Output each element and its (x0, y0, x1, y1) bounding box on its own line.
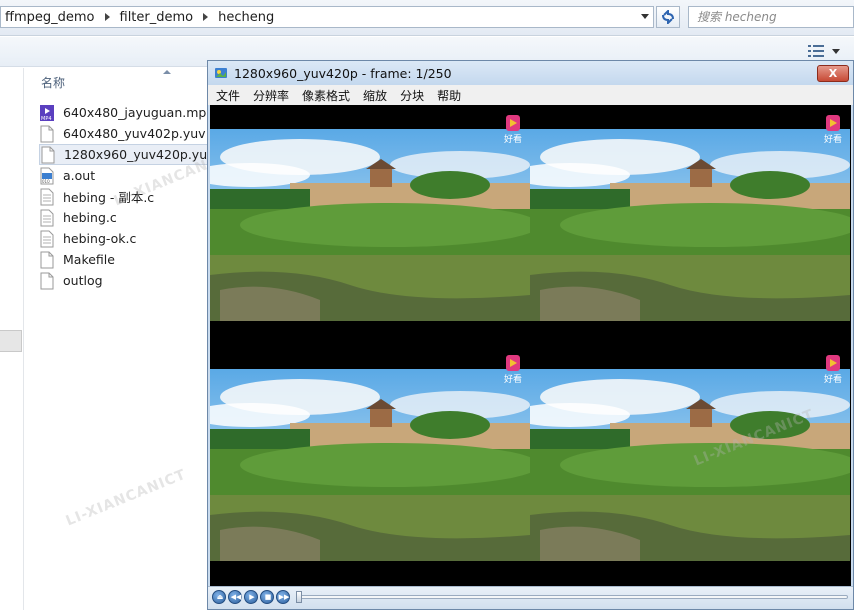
fast-forward-icon: ▶▶ (278, 593, 290, 601)
logo-label: 好看 (504, 135, 523, 145)
breadcrumb-separator-icon[interactable] (104, 13, 110, 21)
breadcrumb-item-ffmpeg-demo[interactable]: ffmpeg_demo (5, 10, 95, 25)
view-dropdown-icon[interactable] (832, 49, 840, 54)
player-title: 1280x960_yuv420p - frame: 1/250 (234, 65, 452, 81)
eject-button[interactable]: ⏏ (212, 590, 226, 604)
stop-button[interactable]: ■ (260, 590, 274, 604)
view-options-icon[interactable] (808, 44, 824, 58)
refresh-icon (662, 10, 674, 24)
c-source-icon (39, 230, 63, 248)
name-column-header[interactable]: 名称 (41, 74, 65, 91)
seek-thumb[interactable] (296, 591, 302, 603)
file-row[interactable]: Makefile (39, 249, 211, 270)
menu-help[interactable]: 帮助 (437, 87, 461, 104)
file-name: 1280x960_yuv420p.yuv (64, 147, 215, 162)
video-logo: 好看 (504, 355, 522, 385)
svg-text:MP4: MP4 (41, 116, 52, 122)
menu-tiles[interactable]: 分块 (400, 87, 424, 104)
play-icon: ▶ (249, 593, 255, 601)
rewind-icon: ◀◀ (230, 593, 242, 601)
c-source-icon (39, 209, 63, 227)
player-menubar: 文件 分辨率 像素格式 缩放 分块 帮助 (208, 85, 853, 105)
file-name: hebing-ok.c (63, 231, 137, 246)
address-dropdown-icon[interactable] (641, 14, 649, 19)
video-logo: 好看 (824, 355, 842, 385)
menu-pixel-format[interactable]: 像素格式 (302, 87, 350, 104)
breadcrumb-item-filter-demo[interactable]: filter_demo (120, 10, 194, 25)
player-app-icon (215, 68, 227, 78)
binary-file-icon: 010 (39, 167, 63, 185)
logo-label: 好看 (824, 375, 843, 385)
sort-ascending-icon (163, 70, 171, 74)
address-bar-area: ffmpeg_demo filter_demo hecheng 搜索 heche… (0, 0, 854, 36)
player-titlebar[interactable]: 1280x960_yuv420p - frame: 1/250 X (208, 61, 853, 85)
file-name: hebing.c (63, 210, 117, 225)
file-row[interactable]: outlog (39, 270, 211, 291)
file-row[interactable]: MP4 640x480_jayuguan.mp4 (39, 102, 215, 123)
video-tile: 好看 (210, 345, 530, 585)
video-logo: 好看 (504, 115, 522, 145)
file-name: Makefile (63, 252, 115, 267)
menu-file[interactable]: 文件 (216, 87, 240, 104)
close-button[interactable]: X (817, 65, 849, 82)
file-row[interactable]: hebing-ok.c (39, 228, 211, 249)
play-logo-icon (506, 355, 520, 371)
file-icon (40, 146, 64, 164)
menu-zoom[interactable]: 缩放 (363, 87, 387, 104)
file-name: a.out (63, 168, 96, 183)
file-name: 640x480_yuv402p.yuv (63, 126, 206, 141)
breadcrumb-item-hecheng[interactable]: hecheng (218, 10, 274, 25)
landscape-scene (210, 345, 530, 585)
breadcrumb[interactable]: ffmpeg_demo filter_demo hecheng (0, 6, 654, 28)
file-row[interactable]: 1280x960_yuv420p.yuv (39, 144, 215, 165)
file-icon (39, 272, 63, 290)
file-icon (39, 125, 63, 143)
playback-controls: ⏏ ◀◀ ▶ ■ ▶▶ (208, 586, 853, 609)
menu-resolution[interactable]: 分辨率 (253, 87, 289, 104)
navigation-pane[interactable] (0, 68, 24, 610)
landscape-scene (530, 345, 850, 585)
file-row[interactable]: 640x480_yuv402p.yuv (39, 123, 211, 144)
yuv-player-window: 1280x960_yuv420p - frame: 1/250 X 文件 分辨率… (207, 60, 854, 610)
logo-label: 好看 (504, 375, 523, 385)
breadcrumb-separator-icon[interactable] (203, 13, 209, 21)
play-logo-icon (506, 115, 520, 131)
file-name: 640x480_jayuguan.mp4 (63, 105, 215, 120)
video-tile: 好看 (530, 105, 850, 345)
video-tile: 好看 (530, 345, 850, 585)
file-name: outlog (63, 273, 103, 288)
rewind-button[interactable]: ◀◀ (228, 590, 242, 604)
play-logo-icon (826, 115, 840, 131)
navigation-selected-item[interactable] (0, 330, 22, 352)
seek-bar[interactable] (298, 595, 848, 599)
play-button[interactable]: ▶ (244, 590, 258, 604)
video-tile: 好看 (210, 105, 530, 345)
file-row[interactable]: hebing.c (39, 207, 211, 228)
file-icon (39, 251, 63, 269)
mp4-video-icon: MP4 (39, 104, 63, 122)
eject-icon: ⏏ (216, 593, 224, 601)
play-logo-icon (826, 355, 840, 371)
file-list: 名称 MP4 640x480_jayuguan.mp4 640x480_yuv402… (25, 68, 215, 610)
search-input[interactable]: 搜索 hecheng (688, 6, 854, 28)
video-frame[interactable]: 好看 好看 好看 好看 (210, 105, 851, 586)
close-icon: X (828, 67, 838, 80)
landscape-scene (210, 105, 530, 345)
fast-forward-button[interactable]: ▶▶ (276, 590, 290, 604)
logo-label: 好看 (824, 135, 843, 145)
svg-text:010: 010 (42, 179, 50, 184)
video-logo: 好看 (824, 115, 842, 145)
landscape-scene (530, 105, 850, 345)
c-source-icon (39, 188, 63, 206)
refresh-button[interactable] (656, 6, 680, 28)
stop-icon: ■ (264, 593, 272, 601)
